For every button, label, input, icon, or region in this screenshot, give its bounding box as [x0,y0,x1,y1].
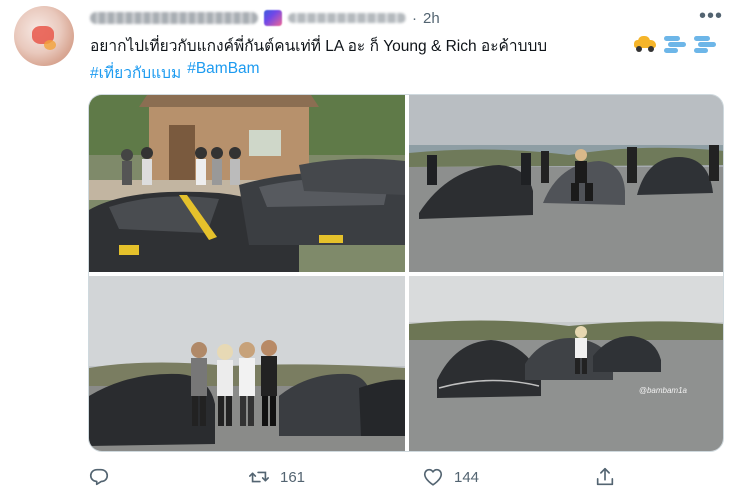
tweet-text: อยากไปเที่ยวกับแกงค์พี่กันต์คนเท่ที่ LA … [90,38,548,55]
retweet-count: 161 [280,468,306,486]
reply-button[interactable] [88,462,120,492]
username-blurred[interactable] [288,13,406,23]
heart-icon [423,468,443,486]
tweet-actions: 161 144 [88,462,628,492]
share-icon [596,467,614,486]
like-button[interactable]: 144 [422,462,479,492]
dash-emoji-icon [692,33,718,53]
separator: · [412,9,417,27]
avatar[interactable] [14,6,74,66]
like-count: 144 [454,468,480,486]
photo-1[interactable] [89,95,405,272]
more-icon[interactable]: ••• [699,6,723,26]
photo-2[interactable] [409,95,723,272]
retweet-button[interactable]: 161 [248,462,305,492]
retweet-icon [249,471,269,483]
tweet-header: · 2h [90,8,440,28]
photo-4[interactable]: @bambam1a [409,276,723,451]
dash-emoji-icon [662,33,688,53]
timestamp[interactable]: 2h [423,10,440,27]
avatar-decoration [44,40,56,50]
car-emoji-icon [632,34,658,52]
share-button[interactable] [594,462,616,492]
hashtag-link[interactable]: #เที่ยวกับแบม [90,60,181,85]
photo-watermark: @bambam1a [638,386,687,395]
badge-icon [264,10,282,26]
reply-icon [89,468,109,486]
hashtag-link[interactable]: #BamBam [187,60,259,85]
display-name-blurred[interactable] [90,12,258,24]
hashtag-row: #เที่ยวกับแบม #BamBam [90,60,260,85]
photo-3[interactable] [89,276,405,451]
emoji-group [632,33,718,53]
media-grid: @bambam1a [88,94,724,452]
